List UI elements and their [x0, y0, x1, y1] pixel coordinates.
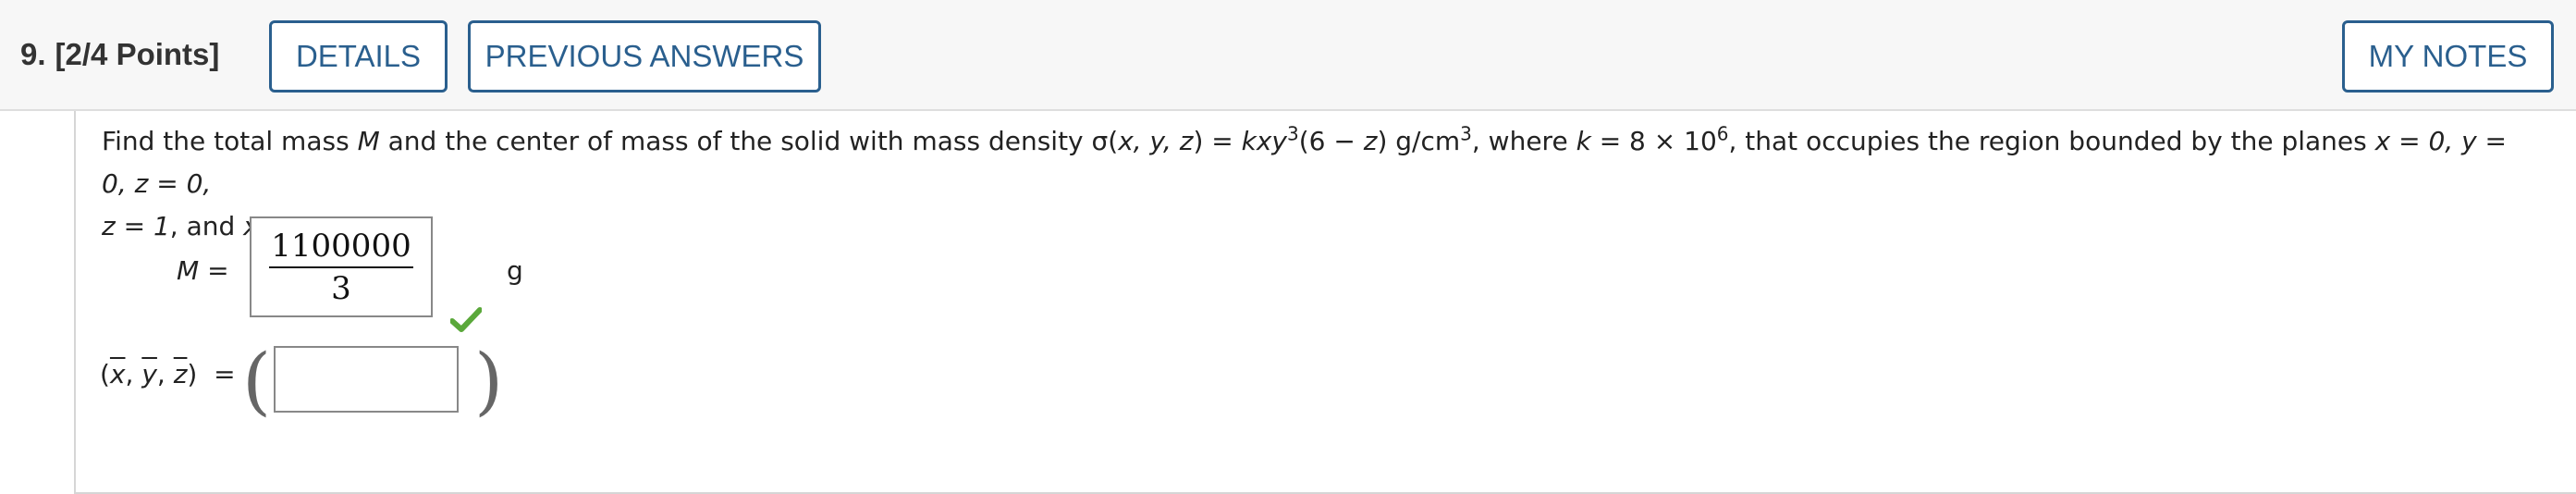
mass-label-var: M — [177, 255, 200, 286]
checkmark-icon — [450, 307, 482, 332]
question-header: 9. [2/4 Points] DETAILS PREVIOUS ANSWERS … — [0, 0, 2576, 111]
com-label-eq: = — [197, 359, 236, 389]
problem-var: k — [1576, 126, 1591, 156]
question-number-label: 9. — [20, 37, 46, 71]
problem-var: z — [1363, 126, 1378, 156]
problem-text: (6 − — [1298, 126, 1364, 156]
problem-var: z = 1 — [102, 211, 170, 241]
com-label-paren: ( — [100, 359, 110, 389]
com-label-z: z — [173, 359, 188, 389]
problem-exponent: 3 — [1287, 122, 1299, 145]
problem-text: ) = — [1193, 126, 1242, 156]
center-of-mass-label: (x, y, z) = — [100, 359, 236, 389]
mass-fraction: 1100000 3 — [251, 228, 431, 307]
question-number: 9. [2/4 Points] — [20, 37, 219, 72]
mass-denominator: 3 — [331, 270, 351, 307]
problem-text: ) g/cm — [1377, 126, 1461, 156]
problem-text: = 8 × 10 — [1590, 126, 1717, 156]
com-label-x: x — [109, 359, 126, 389]
previous-answers-button[interactable]: PREVIOUS ANSWERS — [468, 20, 821, 93]
com-label-y: y — [141, 359, 157, 389]
problem-text: , and — [169, 211, 244, 241]
problem-statement: Find the total mass M and the center of … — [102, 120, 2524, 248]
problem-text: , that occupies the region bounded by th… — [1728, 126, 2375, 156]
problem-exponent: 3 — [1460, 122, 1472, 145]
problem-var: x, y, z — [1118, 126, 1194, 156]
problem-var: M — [357, 126, 380, 156]
mass-numerator: 1100000 — [271, 228, 411, 265]
my-notes-button[interactable]: MY NOTES — [2342, 20, 2554, 93]
points-label: [2/4 Points] — [55, 37, 220, 71]
mass-unit: g — [507, 255, 523, 286]
close-paren: ) — [474, 338, 504, 424]
mass-label-eq: = — [199, 255, 229, 286]
fraction-bar — [269, 266, 413, 268]
center-of-mass-input[interactable] — [274, 346, 459, 413]
open-paren: ( — [242, 338, 272, 424]
problem-text: Find the total mass — [102, 126, 358, 156]
mass-label: M = — [177, 255, 229, 286]
problem-exponent: 6 — [1716, 122, 1729, 145]
problem-text: , where — [1471, 126, 1576, 156]
details-button[interactable]: DETAILS — [269, 20, 448, 93]
mass-answer-box[interactable]: 1100000 3 — [250, 216, 433, 317]
com-label-paren: ) — [187, 359, 198, 389]
problem-var: kxy — [1241, 126, 1287, 156]
problem-text: and the center of mass of the solid with… — [379, 126, 1119, 156]
